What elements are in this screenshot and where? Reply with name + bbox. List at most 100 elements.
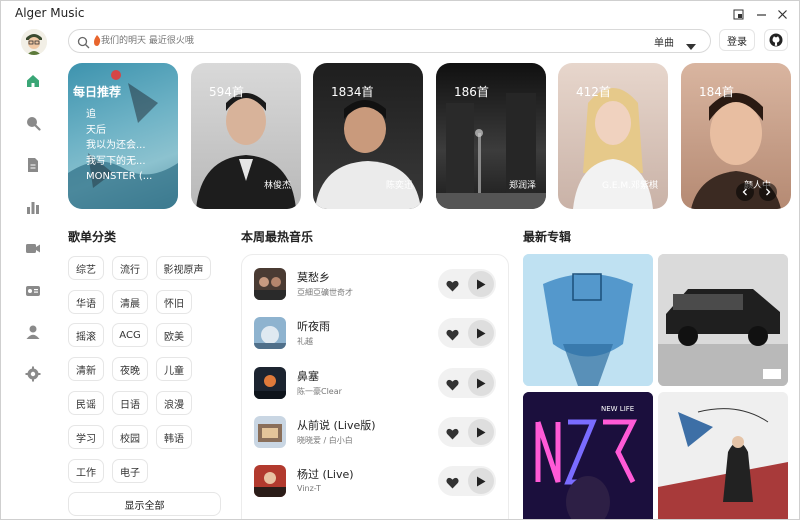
category-tag[interactable]: ACG [112, 323, 148, 347]
chevron-left-icon[interactable] [736, 183, 754, 201]
mini-mode-icon[interactable] [729, 5, 747, 23]
playlist-card[interactable]: 1834首 陈奕迅 [313, 63, 423, 209]
album-cover[interactable] [658, 392, 788, 519]
category-tag[interactable]: 影视原声 [156, 256, 211, 280]
song-controls [438, 466, 496, 496]
chevron-down-icon[interactable] [686, 36, 696, 55]
login-button[interactable]: 登录 [719, 29, 755, 51]
song-cover [254, 465, 286, 497]
show-all-button[interactable]: 显示全部 [68, 492, 221, 516]
play-icon[interactable] [468, 468, 494, 494]
playlist-artist: 林俊杰 [263, 181, 291, 191]
song-cover [254, 416, 286, 448]
heart-icon[interactable] [446, 376, 459, 395]
category-tag[interactable]: 浪漫 [156, 391, 192, 415]
daily-recommend-card[interactable]: 每日推荐 追 天后 我以为还会... 我写下的无... MONSTER (... [68, 63, 178, 209]
radio-icon[interactable] [22, 279, 44, 301]
close-icon[interactable] [773, 5, 791, 23]
video-icon[interactable] [22, 237, 44, 259]
heart-icon[interactable] [446, 277, 459, 296]
playlist-card[interactable]: 412首 G.E.M.邓紫棋 [558, 63, 668, 209]
playlist-card[interactable]: 594首 林俊杰 [191, 63, 301, 209]
playlist-artist: 陈奕迅 [385, 181, 413, 191]
playlist-count: 412首 [576, 85, 611, 99]
play-icon[interactable] [468, 370, 494, 396]
avatar[interactable] [21, 29, 47, 55]
play-icon[interactable] [468, 419, 494, 445]
song-item[interactable]: 鼻塞 陈一豪Clear [254, 367, 504, 407]
user-icon[interactable] [22, 321, 44, 343]
search-type-select[interactable]: 单曲 [654, 34, 674, 49]
daily-song: 天后 [86, 124, 106, 136]
heart-icon[interactable] [446, 425, 459, 444]
category-tag[interactable]: 清新 [68, 357, 104, 381]
search-bar[interactable]: 单曲 [68, 29, 711, 53]
category-tag[interactable]: 流行 [112, 256, 148, 280]
daily-song-list: 追 天后 我以为还会... 我写下的无... MONSTER (... [86, 107, 152, 185]
search-icon[interactable] [22, 112, 44, 134]
song-item[interactable]: 从前说 (Live版) 晓晓爱 / 白小白 [254, 416, 504, 456]
title-bar: Alger Music [1, 1, 799, 27]
song-controls [438, 368, 496, 398]
category-tag[interactable]: 夜晚 [112, 357, 148, 381]
heart-icon[interactable] [446, 326, 459, 345]
category-tag[interactable]: 清晨 [112, 290, 148, 314]
category-tag[interactable]: 怀旧 [156, 290, 192, 314]
song-name: 鼻塞 [297, 370, 319, 383]
chevron-right-icon[interactable] [759, 183, 777, 201]
song-artist: 陈一豪Clear [297, 387, 342, 396]
github-icon[interactable] [764, 29, 788, 51]
hot-section-title: 本周最热音乐 [241, 230, 314, 244]
home-icon[interactable] [22, 70, 44, 92]
category-tag[interactable]: 综艺 [68, 256, 104, 280]
category-tag[interactable]: 摇滚 [68, 323, 104, 347]
settings-icon[interactable] [22, 363, 44, 385]
album-art [658, 392, 788, 519]
play-icon[interactable] [468, 320, 494, 346]
category-tag[interactable]: 儿童 [156, 357, 192, 381]
album-art [658, 254, 788, 386]
daily-song: 追 [86, 109, 96, 120]
category-tag[interactable]: 日语 [112, 391, 148, 415]
song-artist: 礼越 [297, 337, 313, 346]
song-artist: 晓晓爱 / 白小白 [297, 436, 353, 445]
daily-song: 我写下的无... [86, 155, 146, 167]
minimize-icon[interactable] [752, 5, 770, 23]
song-name: 杨过 (Live) [297, 468, 354, 481]
playlist-card[interactable]: 184首 颜人中 [681, 63, 791, 209]
category-tag[interactable]: 工作 [68, 459, 104, 483]
document-icon[interactable] [22, 154, 44, 176]
category-tag[interactable]: 电子 [112, 459, 148, 483]
daily-song: 我以为还会... [86, 140, 146, 151]
song-name: 听夜雨 [297, 320, 330, 333]
song-item[interactable]: 听夜雨 礼越 [254, 317, 504, 357]
app-title: Alger Music [15, 6, 85, 20]
category-tag[interactable]: 韩语 [156, 425, 192, 449]
category-tag[interactable]: 华语 [68, 290, 104, 314]
search-input[interactable] [101, 32, 621, 50]
playlist-count: 594首 [209, 85, 244, 99]
playlist-artist: G.E.M.邓紫棋 [601, 181, 658, 191]
album-cover[interactable] [523, 254, 653, 386]
category-section-title: 歌单分类 [68, 230, 117, 244]
playlist-card[interactable]: 186首 郑润泽 [436, 63, 546, 209]
song-name: 莫愁乡 [297, 271, 330, 284]
search-icon [77, 34, 90, 53]
song-item[interactable]: 杨过 (Live) Vinz-T [254, 465, 504, 505]
song-cover [254, 317, 286, 349]
playlist-count: 1834首 [331, 85, 374, 99]
daily-song: MONSTER (... [86, 171, 153, 182]
song-controls [438, 318, 496, 348]
album-cover[interactable] [658, 254, 788, 386]
category-tag[interactable]: 民谣 [68, 391, 104, 415]
play-icon[interactable] [468, 271, 494, 297]
heart-icon[interactable] [446, 474, 459, 493]
song-item[interactable]: 莫愁乡 亞細亞礦世奇才 [254, 268, 504, 308]
category-tag[interactable]: 校园 [112, 425, 148, 449]
album-cover[interactable]: NEW LIFE [523, 392, 653, 519]
category-tag[interactable]: 欧美 [156, 323, 192, 347]
chart-icon[interactable] [22, 196, 44, 218]
category-tag[interactable]: 学习 [68, 425, 104, 449]
album-section-title: 最新专辑 [523, 230, 572, 244]
playlist-count: 184首 [699, 85, 734, 99]
